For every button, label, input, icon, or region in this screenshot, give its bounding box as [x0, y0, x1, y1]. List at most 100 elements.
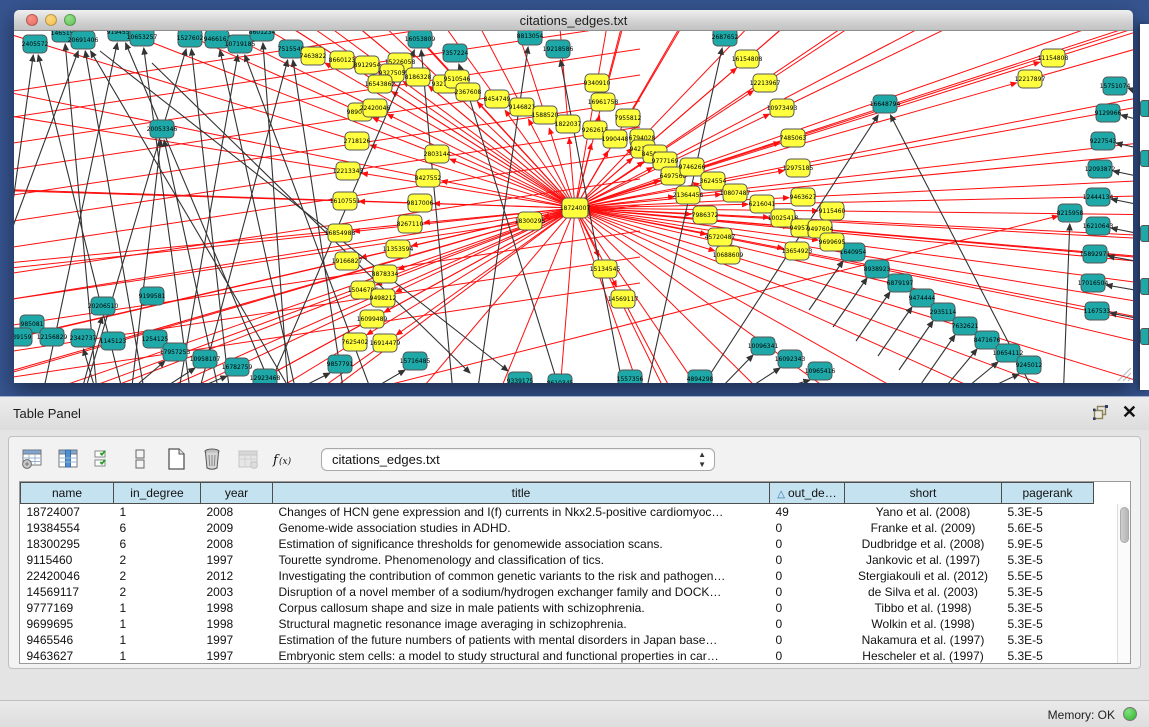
network-node[interactable]: 12444134: [1083, 188, 1114, 206]
table-row[interactable]: 1456911722003Disruption of a novel membe…: [21, 584, 1120, 600]
network-node[interactable]: 13654923: [782, 242, 813, 260]
select-columns-icon[interactable]: [55, 446, 81, 472]
close-panel-icon[interactable]: ✕: [1122, 404, 1137, 420]
network-node[interactable]: 8938923: [864, 260, 891, 278]
network-node[interactable]: 2405572: [22, 35, 49, 53]
network-node[interactable]: 8267110: [397, 215, 424, 233]
table-row[interactable]: 911546021997Tourette syndrome. Phenomeno…: [21, 552, 1120, 568]
network-node[interactable]: 20053346: [147, 120, 178, 138]
network-hub-node[interactable]: 18724007: [560, 198, 591, 218]
network-node[interactable]: 10965416: [805, 362, 836, 380]
row-height-icon[interactable]: [127, 446, 153, 472]
network-node[interactable]: 45720487: [705, 228, 736, 246]
network-node[interactable]: 2935114: [930, 303, 957, 321]
network-node[interactable]: [1140, 100, 1149, 117]
network-node[interactable]: [1140, 225, 1149, 242]
table-row[interactable]: 1872400712008Changes of HCN gene express…: [21, 504, 1120, 520]
network-node[interactable]: 8215958: [1057, 204, 1084, 222]
network-node[interactable]: 9227543: [1090, 132, 1117, 150]
network-node[interactable]: 7357224: [442, 44, 469, 62]
network-node[interactable]: 1145123: [100, 332, 127, 350]
network-node[interactable]: 8813054: [517, 31, 544, 45]
network-node[interactable]: 19166827: [332, 252, 363, 270]
network-node[interactable]: 15716485: [400, 352, 431, 370]
network-node[interactable]: 9857791: [327, 355, 354, 373]
network-node[interactable]: 9245012: [1016, 356, 1043, 374]
network-node[interactable]: 7625402: [342, 333, 369, 351]
network-node[interactable]: 16053809: [405, 31, 436, 48]
network-node[interactable]: 8186328: [405, 68, 432, 86]
network-node[interactable]: 16782759: [222, 358, 253, 376]
network-node[interactable]: 10653257: [127, 31, 158, 46]
network-node[interactable]: 2803144: [424, 145, 451, 163]
table-row[interactable]: 1938455462009Genome-wide association stu…: [21, 520, 1120, 536]
network-node[interactable]: 17957253: [160, 343, 191, 361]
delete-table-icon[interactable]: [199, 446, 225, 472]
network-node[interactable]: 1527602: [177, 31, 204, 47]
window-titlebar[interactable]: citations_edges.txt: [14, 10, 1133, 31]
network-node[interactable]: 9699695: [819, 233, 846, 251]
network-node[interactable]: 3624554: [700, 172, 727, 190]
network-node[interactable]: 9498212: [370, 289, 397, 307]
network-node[interactable]: 14569117: [608, 290, 639, 308]
column-header-year[interactable]: year: [201, 483, 273, 504]
network-node[interactable]: 20691406: [68, 31, 99, 49]
network-node[interactable]: 8660123: [329, 51, 356, 69]
import-table-icon[interactable]: [235, 446, 261, 472]
network-node[interactable]: 9199581: [139, 287, 166, 305]
table-scrollbar-thumb[interactable]: [1120, 507, 1129, 543]
network-node[interactable]: 6879197: [887, 274, 914, 292]
column-header-out-de-[interactable]: △out_de…: [770, 483, 845, 504]
network-node[interactable]: 9339175: [507, 372, 534, 383]
network-node[interactable]: 8912954: [354, 56, 381, 74]
network-node[interactable]: 16107551: [330, 192, 361, 210]
network-node[interactable]: 10096341: [748, 337, 779, 355]
network-node[interactable]: 16961758: [588, 93, 619, 111]
background-window-sliver[interactable]: [1140, 24, 1149, 390]
network-node[interactable]: 7632621: [952, 317, 979, 335]
network-node[interactable]: 9463627: [790, 188, 817, 206]
network-node[interactable]: 2687652: [712, 31, 739, 46]
network-node[interactable]: 12975185: [783, 159, 814, 177]
table-scrollbar[interactable]: [1117, 504, 1130, 663]
create-table-icon[interactable]: [163, 446, 189, 472]
network-node[interactable]: 2342737: [70, 329, 97, 347]
network-node[interactable]: 9115460: [819, 202, 846, 220]
network-node[interactable]: 1557356: [617, 370, 644, 383]
network-node[interactable]: 8454749: [484, 90, 511, 108]
table-row[interactable]: 977716911998Corpus callosum shape and si…: [21, 600, 1120, 616]
network-node[interactable]: [1140, 278, 1149, 295]
network-node[interactable]: [1140, 150, 1149, 167]
network-node[interactable]: 9129966: [1095, 104, 1122, 122]
network-node[interactable]: 11154808: [1038, 49, 1069, 67]
network-node[interactable]: 9474444: [909, 289, 936, 307]
network-node[interactable]: 8610345: [547, 374, 574, 383]
table-row[interactable]: 2242004622012Investigating the contribut…: [21, 568, 1120, 584]
network-node[interactable]: 7485063: [780, 129, 807, 147]
network-node[interactable]: 21364456: [673, 186, 704, 204]
network-node[interactable]: 9817006: [407, 194, 434, 212]
network-node[interactable]: 10973493: [767, 99, 798, 117]
window-resize-grip[interactable]: [1114, 368, 1132, 382]
network-node[interactable]: 10958107: [190, 350, 221, 368]
network-node[interactable]: 16099489: [357, 310, 388, 328]
network-node[interactable]: 2367608: [455, 83, 482, 101]
network-node[interactable]: 6216041: [749, 195, 776, 213]
network-node[interactable]: 15751074: [1100, 77, 1131, 95]
network-node[interactable]: 15892971: [1080, 245, 1111, 263]
network-node[interactable]: 16210643: [1083, 217, 1114, 235]
network-node[interactable]: 7986372: [692, 206, 719, 224]
column-header-pagerank[interactable]: pagerank: [1002, 483, 1094, 504]
network-node[interactable]: 16092343: [775, 350, 806, 368]
function-builder-icon[interactable]: f(x): [271, 446, 297, 472]
network-node[interactable]: 1990448: [602, 130, 629, 148]
network-node[interactable]: 16914479: [370, 334, 401, 352]
table-row[interactable]: 946554611997Estimation of the future num…: [21, 632, 1120, 648]
network-node[interactable]: 12213967: [750, 74, 781, 92]
network-node[interactable]: 19218586: [543, 40, 574, 58]
column-header-title[interactable]: title: [273, 483, 770, 504]
float-panel-icon[interactable]: [1093, 405, 1108, 420]
network-node[interactable]: 12213343: [333, 162, 364, 180]
network-node[interactable]: 20206510: [88, 297, 119, 315]
network-node[interactable]: 9340910: [584, 74, 611, 92]
